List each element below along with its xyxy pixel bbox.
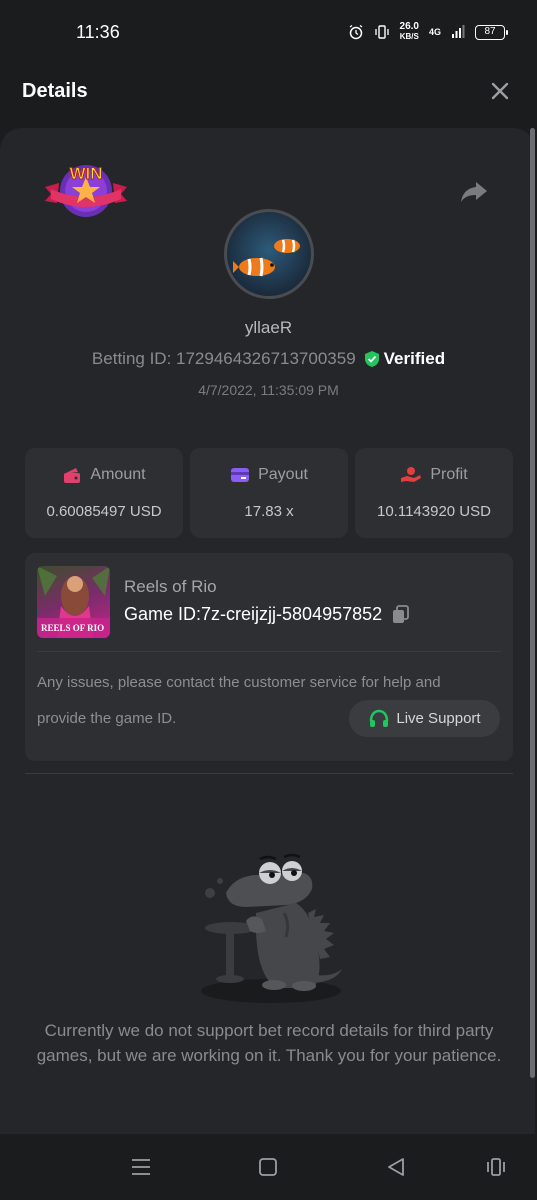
headset-icon <box>370 709 389 727</box>
copy-icon[interactable] <box>392 604 410 625</box>
payout-card: Payout 17.83 x <box>190 448 348 538</box>
net-speed: 26.0 KB/S <box>400 22 419 42</box>
verified-label: Verified <box>383 349 446 368</box>
network-type: 4G <box>428 27 441 37</box>
payout-header: Payout <box>190 466 348 484</box>
betting-id-row: Betting ID: 1729464326713700359 Verified <box>0 349 537 369</box>
amount-label: Amount <box>90 466 146 483</box>
game-thumbnail-text: REELS OF RIO <box>41 623 104 633</box>
vibrate-icon <box>374 25 389 39</box>
game-id-label: Game ID: <box>124 604 202 624</box>
game-id-text: Game ID:7z-creijzjj-5804957852 <box>124 604 382 625</box>
game-id-value: 7z-creijzjj-5804957852 <box>201 604 383 624</box>
status-time: 11:36 <box>76 22 120 42</box>
empty-state-message: Currently we do not support bet record d… <box>36 1021 502 1065</box>
profit-header: Profit <box>355 466 513 484</box>
battery-icon: 87 <box>475 24 508 40</box>
verified-badge: Verified <box>364 349 445 369</box>
screen-assist-icon[interactable] <box>485 1156 507 1178</box>
game-id-row: Game ID:7z-creijzjj-5804957852 <box>124 604 410 625</box>
status-bar: 11:36 26.0 KB/S 4G 87 <box>0 0 537 54</box>
crocodile-illustration-icon <box>201 853 342 1003</box>
signal-icon <box>452 25 465 38</box>
game-thumbnail-art: REELS OF RIO <box>37 566 110 638</box>
live-support-label: Live Support <box>396 710 481 727</box>
game-thumbnail[interactable]: REELS OF RIO <box>37 566 110 638</box>
profit-card: Profit 10.1143920 USD <box>355 448 513 538</box>
back-icon[interactable] <box>385 1156 407 1178</box>
bet-timestamp: 4/7/2022, 11:35:09 PM <box>198 382 339 398</box>
profit-hand-icon <box>401 467 422 482</box>
amount-card: Amount 0.60085497 USD <box>25 448 183 538</box>
game-divider <box>37 651 501 652</box>
shield-check-icon <box>364 351 379 367</box>
menu-icon[interactable] <box>130 1156 152 1178</box>
issue-text-line2: provide the game ID. <box>37 710 177 727</box>
header: Details <box>0 54 537 128</box>
amount-header: Amount <box>25 466 183 484</box>
wallet-icon <box>64 468 81 483</box>
username: yllaeR <box>244 318 293 337</box>
win-badge-icon: WIN <box>45 164 127 217</box>
issue-text-line1: Any issues, please contact the customer … <box>37 674 441 691</box>
payout-card-icon <box>231 468 250 482</box>
game-name: Reels of Rio <box>124 577 217 596</box>
net-speed-unit: KB/S <box>399 32 419 41</box>
profit-label: Profit <box>430 466 468 483</box>
betting-id: Betting ID: 1729464326713700359 <box>91 349 356 368</box>
clownfish-avatar-icon <box>233 239 300 277</box>
home-icon[interactable] <box>257 1156 279 1178</box>
section-divider <box>25 773 513 774</box>
page-title: Details <box>22 80 88 102</box>
profit-value: 10.1143920 USD <box>377 503 491 520</box>
payout-value: 17.83 x <box>244 503 294 520</box>
avatar <box>224 209 314 299</box>
payout-label: Payout <box>258 466 308 483</box>
status-icons: 26.0 KB/S 4G 87 <box>348 22 508 42</box>
share-icon[interactable] <box>460 180 488 204</box>
alarm-icon <box>349 24 362 40</box>
scrollbar[interactable] <box>530 128 535 1078</box>
close-icon[interactable] <box>489 80 511 102</box>
game-card: REELS OF RIO Reels of Rio Game ID:7z-cre… <box>25 553 513 761</box>
net-speed-value: 26.0 <box>399 21 419 32</box>
amount-value: 0.60085497 USD <box>46 503 162 520</box>
system-nav-bar <box>0 1134 537 1200</box>
live-support-button[interactable]: Live Support <box>349 700 500 737</box>
win-badge-text: WIN <box>69 164 102 183</box>
